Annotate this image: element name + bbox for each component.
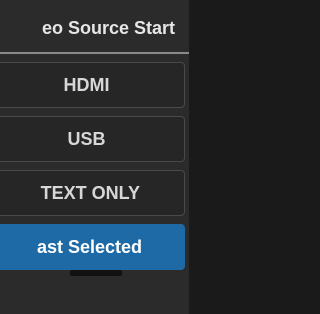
option-last-selected[interactable]: ast Selected	[0, 224, 185, 270]
option-hdmi-label: HDMI	[63, 75, 110, 95]
panel-bottom-shadow	[70, 270, 122, 276]
video-source-start-panel: eo Source Start HDMI USB TEXT ONLY ast S…	[0, 0, 189, 314]
option-last-selected-label: ast Selected	[36, 237, 142, 257]
panel-title: eo Source Start	[0, 0, 189, 54]
panel-title-text: eo Source Start	[41, 18, 175, 38]
option-usb-label: USB	[67, 129, 106, 149]
option-text-only[interactable]: TEXT ONLY	[0, 170, 185, 216]
option-text-only-label: TEXT ONLY	[40, 183, 140, 203]
option-usb[interactable]: USB	[0, 116, 185, 162]
option-hdmi[interactable]: HDMI	[0, 62, 185, 108]
